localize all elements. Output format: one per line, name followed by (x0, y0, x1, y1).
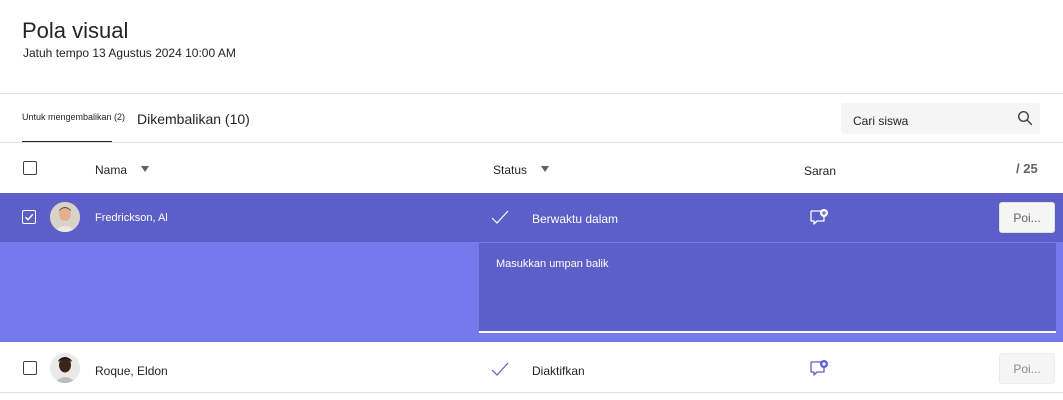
feedback-field[interactable]: Masukkan umpan balik (479, 243, 1056, 333)
checkmark-icon (491, 362, 509, 376)
row-checkbox-checked[interactable] (22, 210, 36, 224)
add-feedback-icon[interactable] (809, 208, 829, 226)
student-name: Fredrickson, Al (95, 212, 168, 224)
divider (0, 93, 1063, 94)
tab-returned[interactable]: Dikembalikan (10) (137, 111, 250, 127)
points-input[interactable]: Poi... (999, 353, 1055, 384)
page-title: Pola visual (22, 18, 129, 43)
due-date: Jatuh tempo 13 Agustus 2024 10:00 AM (23, 46, 236, 60)
divider (0, 392, 1063, 393)
student-avatar-icon (50, 202, 80, 232)
add-feedback-icon[interactable] (809, 359, 829, 377)
sort-caret-icon[interactable] (141, 166, 149, 172)
feedback-placeholder: Masukkan umpan balik (496, 258, 609, 270)
check-icon (25, 213, 34, 221)
student-avatar-icon (50, 353, 80, 383)
max-points: / 25 (1016, 161, 1038, 176)
student-name: Roque, Eldon (95, 364, 168, 378)
search-icon[interactable] (1017, 110, 1033, 126)
tab-to-return[interactable]: Untuk mengembalikan (2) (22, 112, 125, 122)
status-text: Berwaktu dalam (532, 212, 619, 226)
search-input[interactable]: Cari siswa (853, 114, 908, 128)
column-header-feedback: Saran (804, 164, 837, 178)
avatar (50, 353, 80, 383)
divider (0, 142, 1063, 143)
avatar (50, 202, 80, 232)
column-header-name[interactable]: Nama (95, 163, 127, 177)
search-box[interactable]: Cari siswa (841, 103, 1040, 134)
sort-caret-icon[interactable] (541, 166, 549, 172)
status-text: Diaktifkan (532, 364, 585, 378)
checkmark-icon (491, 210, 509, 224)
row-checkbox[interactable] (23, 361, 37, 375)
points-input[interactable]: Poi... (999, 202, 1055, 233)
select-all-checkbox[interactable] (23, 161, 37, 175)
column-header-status[interactable]: Status (493, 163, 527, 177)
